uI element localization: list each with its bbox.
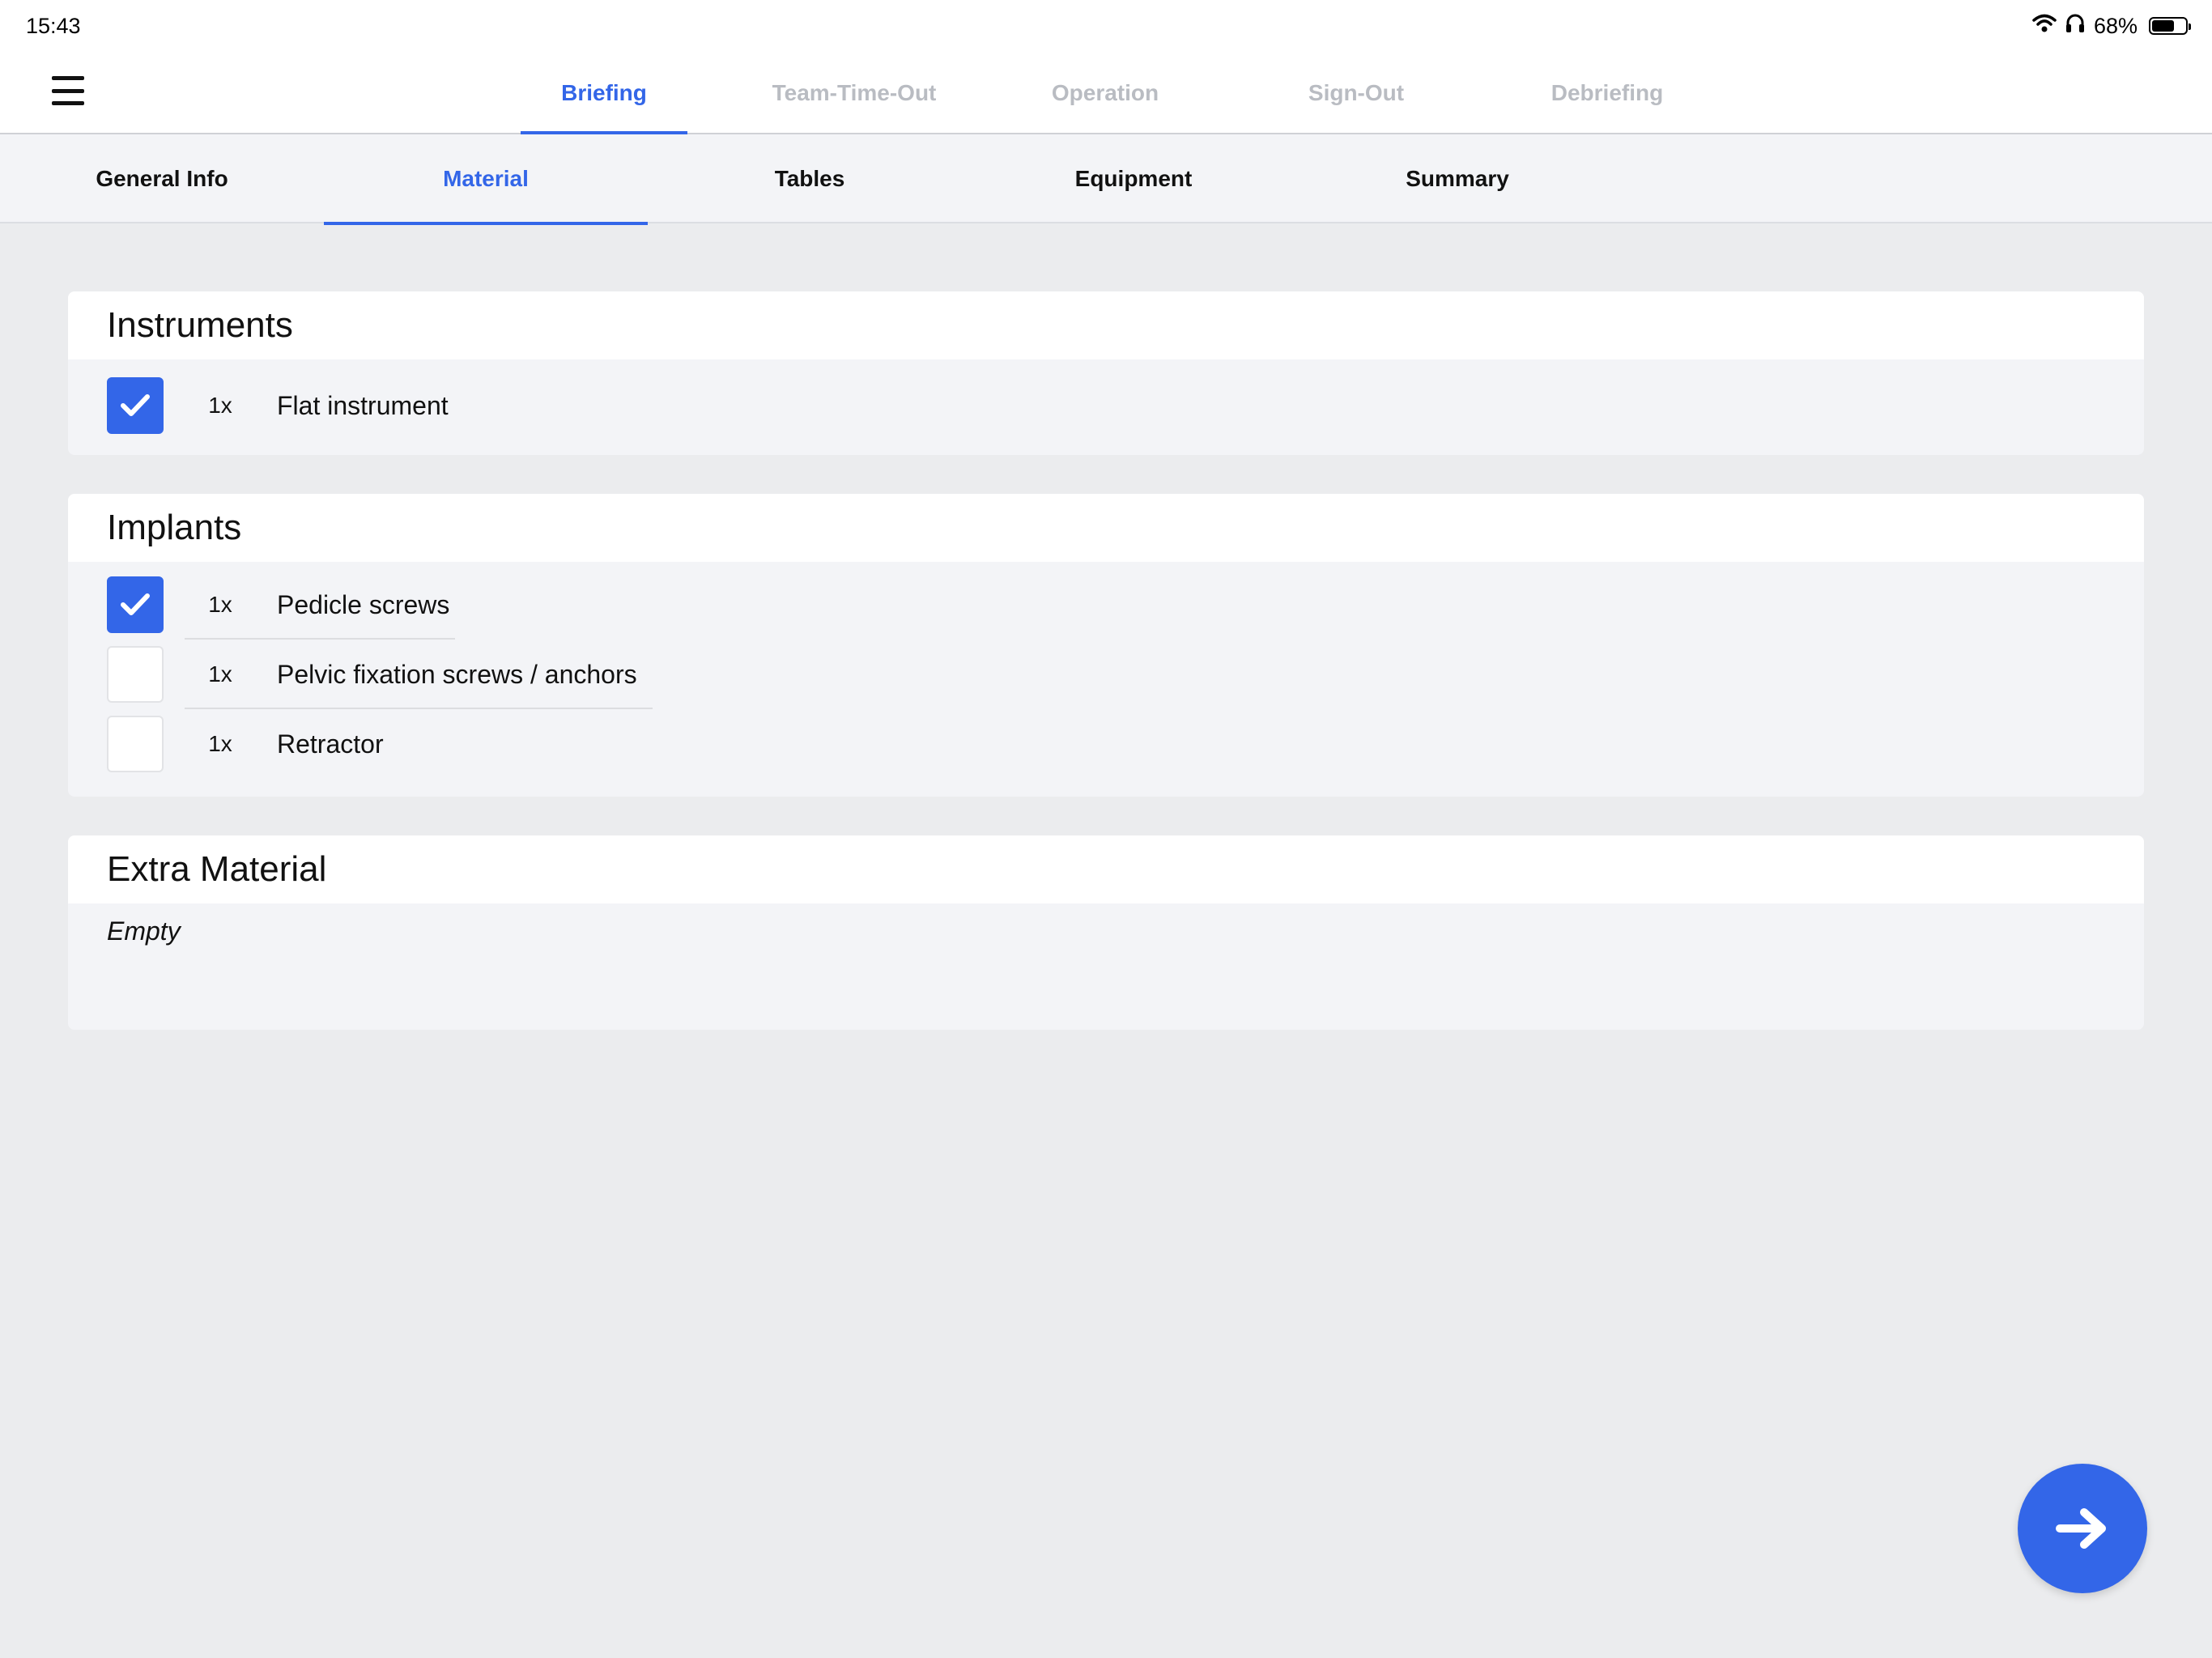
section-navigation: General Info Material Tables Equipment S… bbox=[0, 134, 2212, 225]
implants-list: 1x Pedicle screws 1x Pelvic fixation scr… bbox=[68, 562, 2144, 779]
item-quantity: 1x bbox=[208, 592, 232, 617]
app-root: 15:43 68% Briefing Team-Time-Out Operati… bbox=[0, 0, 2212, 1658]
list-item: 1x Retractor bbox=[107, 709, 2105, 779]
status-time: 15:43 bbox=[26, 13, 81, 38]
checkbox-flat-instrument[interactable] bbox=[107, 377, 164, 434]
item-quantity: 1x bbox=[208, 661, 232, 687]
extra-material-list: Empty bbox=[68, 903, 2144, 946]
status-bar: 15:43 68% bbox=[0, 0, 2212, 52]
item-quantity: 1x bbox=[208, 731, 232, 756]
tab-tables[interactable]: Tables bbox=[648, 134, 972, 223]
hamburger-menu-icon[interactable] bbox=[52, 76, 84, 105]
tab-material[interactable]: Material bbox=[324, 134, 648, 225]
empty-state-text: Empty bbox=[107, 916, 181, 946]
battery-fill bbox=[2152, 20, 2175, 32]
checkmark-icon bbox=[121, 394, 150, 416]
instruments-list: 1x Flat instrument bbox=[68, 359, 2144, 440]
next-button[interactable] bbox=[2018, 1464, 2147, 1593]
arrow-right-icon bbox=[2056, 1508, 2106, 1549]
extra-material-title: Extra Material bbox=[68, 835, 2144, 903]
tab-summary[interactable]: Summary bbox=[1295, 134, 1619, 223]
checkbox-pedicle-screws[interactable] bbox=[107, 576, 164, 633]
tab-sign-out[interactable]: Sign-Out bbox=[1263, 52, 1449, 134]
list-item: 1x Pelvic fixation screws / anchors bbox=[107, 640, 2105, 709]
status-indicators: 68% bbox=[2032, 13, 2191, 40]
instruments-title: Instruments bbox=[68, 291, 2144, 359]
battery-percent: 68% bbox=[2093, 13, 2138, 38]
tab-general-info[interactable]: General Info bbox=[0, 134, 324, 223]
item-quantity: 1x bbox=[208, 393, 232, 418]
list-item: 1x Pedicle screws bbox=[107, 570, 2105, 640]
item-label: Flat instrument bbox=[277, 390, 449, 420]
instruments-card: Instruments 1x Flat instrument bbox=[68, 291, 2144, 455]
headphones-icon bbox=[2065, 13, 2086, 40]
item-label: Retractor bbox=[277, 729, 384, 759]
tab-briefing[interactable]: Briefing bbox=[521, 52, 687, 134]
list-item: 1x Flat instrument bbox=[107, 371, 2105, 440]
checkbox-pelvic-fixation-screws[interactable] bbox=[107, 646, 164, 703]
tab-equipment[interactable]: Equipment bbox=[972, 134, 1295, 223]
tab-operation[interactable]: Operation bbox=[1004, 52, 1206, 134]
wifi-icon bbox=[2032, 14, 2057, 39]
implants-title: Implants bbox=[68, 494, 2144, 562]
item-label: Pelvic fixation screws / anchors bbox=[277, 659, 637, 689]
phase-navigation: Briefing Team-Time-Out Operation Sign-Ou… bbox=[0, 52, 2212, 134]
battery-icon bbox=[2149, 17, 2191, 35]
tab-debriefing[interactable]: Debriefing bbox=[1522, 52, 1692, 134]
tab-team-time-out[interactable]: Team-Time-Out bbox=[737, 52, 972, 134]
extra-material-card: Extra Material Empty bbox=[68, 835, 2144, 1030]
checkbox-retractor[interactable] bbox=[107, 716, 164, 772]
item-label: Pedicle screws bbox=[277, 589, 450, 619]
implants-card: Implants 1x Pedicle screws 1x Pelvic fix… bbox=[68, 494, 2144, 797]
checkmark-icon bbox=[121, 593, 150, 615]
